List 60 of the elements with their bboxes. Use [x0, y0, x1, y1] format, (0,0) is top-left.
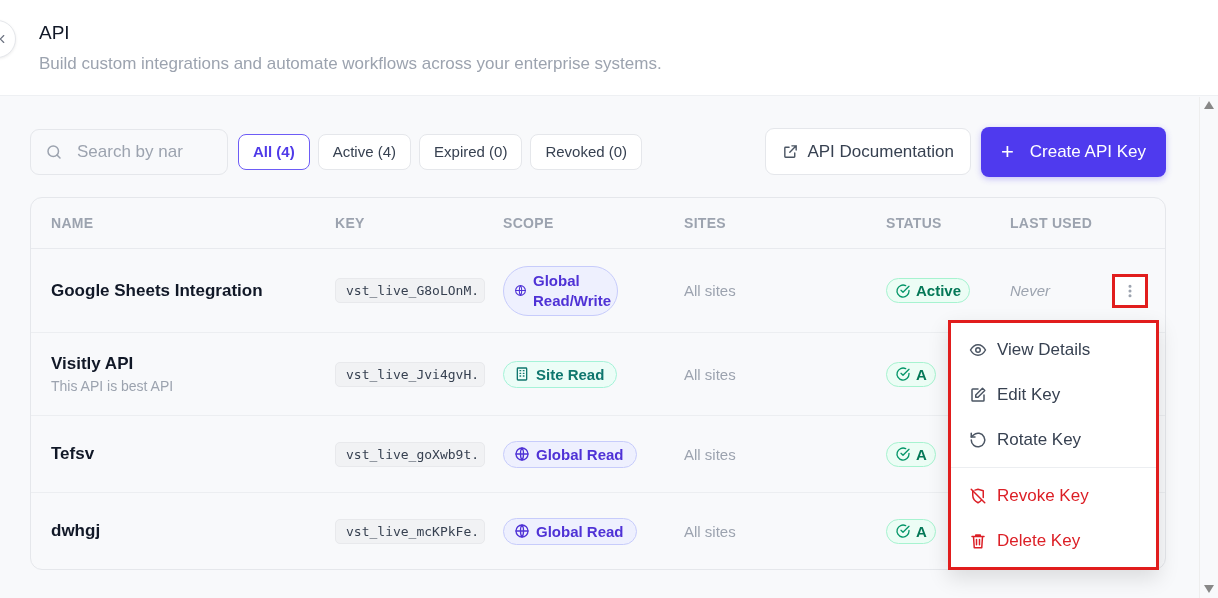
search-field[interactable]: Search by nar [75, 140, 199, 163]
globe-icon [514, 446, 530, 462]
menu-item[interactable]: Delete Key [951, 518, 1156, 563]
key-name: dwhgj [51, 521, 101, 541]
check-circle-icon [895, 282, 911, 299]
api-key-value: vst_live_mcKPkFe. [335, 518, 485, 544]
check-circle-icon [895, 523, 911, 539]
column-header: SITES [684, 198, 886, 249]
menu-item[interactable]: Edit Key [951, 372, 1156, 417]
sites-cell: All sites [684, 522, 736, 540]
menu-item[interactable]: Revoke Key [951, 473, 1156, 518]
scope-badge: Global Read [503, 517, 637, 545]
rotate-icon [969, 430, 987, 449]
sites-cell: All sites [684, 445, 736, 463]
create-key-button[interactable]: + Create API Key [980, 126, 1166, 177]
last-used-cell: Never [1010, 282, 1050, 299]
sites-cell: All sites [684, 282, 736, 299]
globe-icon [514, 523, 530, 539]
more-options-button[interactable] [1115, 276, 1145, 305]
status-badge: Active [886, 278, 971, 303]
status-badge: A [886, 518, 936, 544]
sites-cell: All sites [684, 365, 736, 383]
column-header: STATUS [886, 198, 1010, 249]
scope-badge: Global Read [503, 440, 637, 468]
check-circle-icon [895, 446, 911, 462]
scroll-down-icon[interactable] [1204, 585, 1214, 593]
key-name: Google Sheets Integration [51, 280, 263, 301]
search-icon [45, 142, 63, 161]
status-badge: A [886, 361, 936, 387]
api-key-value: vst_live_G8oLOnM. [335, 278, 485, 303]
scope-badge: Site Read [503, 360, 618, 388]
menu-item[interactable]: Rotate Key [951, 417, 1156, 462]
edit-icon [969, 385, 987, 404]
status-badge: A [886, 441, 936, 467]
menu-item[interactable]: View Details [951, 327, 1156, 372]
api-key-value: vst_live_Jvi4gvH. [335, 361, 485, 387]
filter-tab[interactable]: All (4) [238, 133, 310, 170]
page-title: API [39, 22, 71, 44]
column-header: NAME [31, 198, 335, 249]
filter-tab[interactable]: Active (4) [317, 133, 412, 170]
key-name: Tefsv [51, 444, 95, 464]
trash-icon [969, 531, 987, 550]
column-header: SCOPE [503, 198, 684, 249]
scope-badge: Global Read/Write [503, 265, 618, 316]
building-icon [514, 366, 530, 382]
filter-tab[interactable]: Expired (0) [419, 133, 523, 170]
documentation-button[interactable]: API Documentation [765, 128, 971, 175]
filter-tab[interactable]: Revoked (0) [530, 133, 643, 170]
search-box[interactable]: Search by nar [30, 128, 228, 175]
column-header: LAST USED [1010, 198, 1165, 249]
api-key-value: vst_live_goXwb9t. [335, 441, 485, 467]
scroll-up-icon[interactable] [1204, 101, 1214, 109]
key-name: Visitly API [51, 354, 134, 374]
column-header: KEY [335, 198, 503, 249]
page-subtitle: Build custom integrations and automate workflows across your enterprise systems. [39, 54, 663, 74]
shield-off-icon [969, 486, 987, 505]
globe-icon [514, 284, 527, 297]
check-circle-icon [895, 366, 911, 382]
external-link-icon [782, 143, 800, 160]
key-description: This API is best API [51, 378, 174, 394]
